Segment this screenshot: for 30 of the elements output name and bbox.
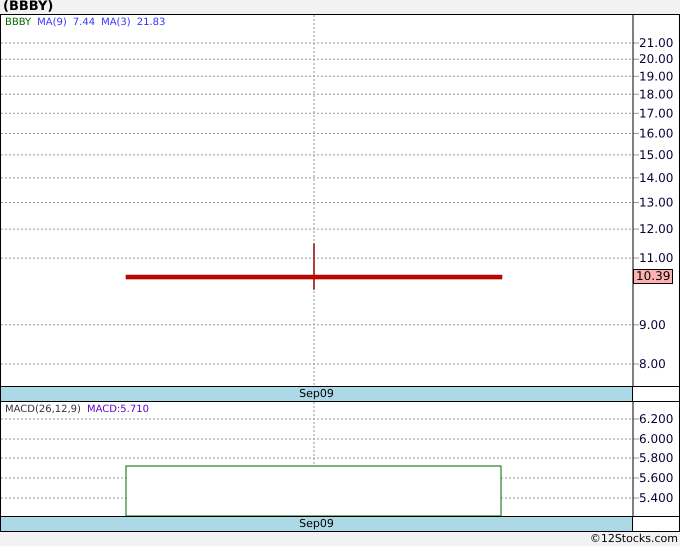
axis-label: 17.00: [639, 106, 674, 120]
axis-label: 18.00: [639, 87, 674, 102]
axis-label: 8.00: [639, 356, 666, 371]
axis-label: 6.000: [639, 432, 674, 446]
axis-label: 20.00: [639, 52, 674, 66]
axis-label: 15.00: [639, 148, 674, 162]
legend-value: 7.44: [72, 17, 96, 29]
axis-label: 5.600: [639, 471, 674, 485]
date-axis-label: Sep09: [1, 517, 633, 531]
axis-label: 19.00: [639, 69, 674, 84]
date-axis-label: Sep09: [1, 387, 633, 401]
last-price-badge: 10.39: [633, 269, 674, 284]
axis-label: 12.00: [639, 222, 674, 236]
axis-label: 21.00: [639, 36, 674, 50]
legend-label: MA(9): [37, 17, 67, 29]
legend-value: 21.83: [136, 17, 166, 29]
axis-label: 5.400: [639, 491, 674, 505]
copyright-text: ©12Stocks.com: [590, 532, 678, 545]
axis-label: 6.200: [639, 412, 674, 426]
axis-label: 5.800: [639, 451, 674, 465]
legend-value: MACD:5.710: [86, 404, 149, 416]
axis-label: 13.00: [639, 196, 674, 210]
axis-label: 14.00: [639, 170, 674, 185]
chart-title: (BBBY): [2, 0, 54, 14]
legend-symbol: BBBY: [5, 17, 32, 29]
axis-label: 11.00: [639, 251, 674, 266]
axis-label: 16.00: [639, 126, 674, 140]
axis-label: 9.00: [639, 318, 666, 332]
legend-label: MA(3): [101, 17, 131, 29]
legend-label: MACD(26,12,9): [5, 404, 81, 416]
